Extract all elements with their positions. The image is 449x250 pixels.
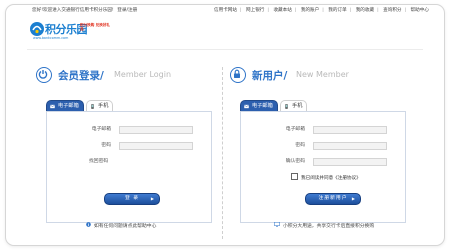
login-title-en: Member Login bbox=[114, 70, 172, 79]
link-help-center[interactable]: 帮助中心 bbox=[411, 8, 429, 13]
arrow-right-icon: ▶ bbox=[150, 196, 155, 201]
register-email-label: 电子邮箱 bbox=[285, 127, 305, 132]
promo-note-text: 小积分大用途，共享交行卡后直接积分换购 bbox=[283, 224, 375, 229]
register-form: 电子邮箱 密码 确认密码 我已阅读并同意《注册协议》 注册新用户 ▶ bbox=[240, 111, 406, 223]
login-button-label: 登 录 bbox=[124, 196, 140, 201]
envelope-icon bbox=[244, 104, 249, 108]
power-icon bbox=[36, 67, 52, 83]
link-my-favorites[interactable]: 我的收藏 bbox=[356, 8, 374, 13]
register-link[interactable]: 注册 bbox=[128, 8, 137, 13]
panel-divider bbox=[222, 67, 223, 239]
top-links: 信用卡网站 | 网上银行 | 收藏本站 | 我的账户 | 我的订单 | 我的收藏 | 查询积… bbox=[214, 8, 429, 13]
help-note[interactable]: 如有任何问题请点此帮助中心 bbox=[86, 222, 157, 231]
register-email-row: 电子邮箱 bbox=[241, 125, 405, 135]
logo-mark-icon bbox=[30, 22, 44, 36]
arrow-right-icon: ▶ bbox=[351, 196, 356, 201]
tab-register-email-label: 电子邮箱 bbox=[252, 103, 273, 109]
agreement-text[interactable]: 我已阅读并同意《注册协议》 bbox=[301, 176, 361, 181]
logo-url: www.bankcomm.com bbox=[33, 36, 69, 40]
login-password-input[interactable] bbox=[119, 142, 193, 150]
register-confirm-row: 确认密码 bbox=[241, 157, 405, 167]
site-logo[interactable]: 积分乐园 积分换购 兑换好礼品 www.bankcomm.com bbox=[29, 19, 111, 45]
monitor-icon bbox=[274, 222, 280, 227]
login-email-row: 电子邮箱 bbox=[47, 125, 211, 135]
tab-login-email-label: 电子邮箱 bbox=[58, 103, 79, 109]
lock-icon bbox=[230, 67, 246, 83]
login-panel: 会员登录/ Member Login 电子邮箱 手机 电子邮箱 密码 找回密码 … bbox=[36, 65, 216, 235]
login-password-label: 密码 bbox=[101, 143, 111, 148]
link-check-points[interactable]: 查询积分 bbox=[383, 8, 401, 13]
link-my-orders[interactable]: 我的订单 bbox=[328, 8, 346, 13]
forgot-password-row: 找回密码 bbox=[47, 157, 211, 167]
link-my-account[interactable]: 我的账户 bbox=[301, 8, 319, 13]
register-title-en: New Member bbox=[296, 70, 349, 79]
welcome-text: 您好!欢迎进入交通银行信用卡积分乐园! bbox=[32, 8, 114, 13]
login-password-row: 密码 bbox=[47, 141, 211, 151]
envelope-icon bbox=[50, 104, 55, 108]
logo-tagline: 积分换购 兑换好礼品 bbox=[80, 23, 111, 32]
register-email-input[interactable] bbox=[313, 126, 387, 134]
link-bookmark[interactable]: 收藏本站 bbox=[273, 8, 291, 13]
promo-note[interactable]: 小积分大用途，共享交行卡后直接积分换购 bbox=[274, 222, 375, 231]
register-password-label: 密码 bbox=[295, 143, 305, 148]
login-form: 电子邮箱 密码 找回密码 登 录 ▶ bbox=[46, 111, 212, 223]
forgot-password-link[interactable]: 找回密码 bbox=[89, 157, 108, 167]
tab-login-mobile[interactable]: 手机 bbox=[86, 100, 114, 111]
agreement-row: 我已阅读并同意《注册协议》 bbox=[291, 173, 361, 184]
register-confirm-input[interactable] bbox=[313, 158, 387, 166]
top-bar: 您好!欢迎进入交通银行信用卡积分乐园! 登录/注册 信用卡网站 | 网上银行 | 收… bbox=[6, 5, 444, 17]
phone-icon bbox=[91, 103, 94, 109]
register-button-label: 注册新用户 bbox=[318, 196, 348, 201]
tab-login-mobile-label: 手机 bbox=[98, 103, 109, 109]
link-online-bank[interactable]: 网上银行 bbox=[246, 8, 264, 13]
tab-register-mobile-label: 手机 bbox=[292, 103, 303, 109]
link-credit-site[interactable]: 信用卡网站 bbox=[214, 8, 237, 13]
header-divider bbox=[27, 49, 423, 50]
register-confirm-label: 确认密码 bbox=[285, 159, 305, 164]
tab-register-mobile[interactable]: 手机 bbox=[280, 100, 308, 111]
register-password-input[interactable] bbox=[313, 142, 387, 150]
login-button[interactable]: 登 录 ▶ bbox=[104, 193, 160, 205]
register-panel: 新用户/ New Member 电子邮箱 手机 电子邮箱 密码 确认密码 我已阅… bbox=[230, 65, 410, 235]
register-title-text: 新用户/ bbox=[252, 70, 288, 82]
info-icon bbox=[86, 222, 91, 227]
register-password-row: 密码 bbox=[241, 141, 405, 151]
register-button[interactable]: 注册新用户 ▶ bbox=[305, 193, 361, 205]
page-frame: 您好!欢迎进入交通银行信用卡积分乐园! 登录/注册 信用卡网站 | 网上银行 | 收… bbox=[5, 4, 445, 246]
login-title-text: 会员登录/ bbox=[58, 70, 104, 82]
help-note-text: 如有任何问题请点此帮助中心 bbox=[94, 224, 157, 229]
login-email-label: 电子邮箱 bbox=[91, 127, 111, 132]
phone-icon bbox=[285, 103, 288, 109]
agreement-checkbox[interactable] bbox=[291, 173, 298, 180]
login-email-input[interactable] bbox=[119, 126, 193, 134]
